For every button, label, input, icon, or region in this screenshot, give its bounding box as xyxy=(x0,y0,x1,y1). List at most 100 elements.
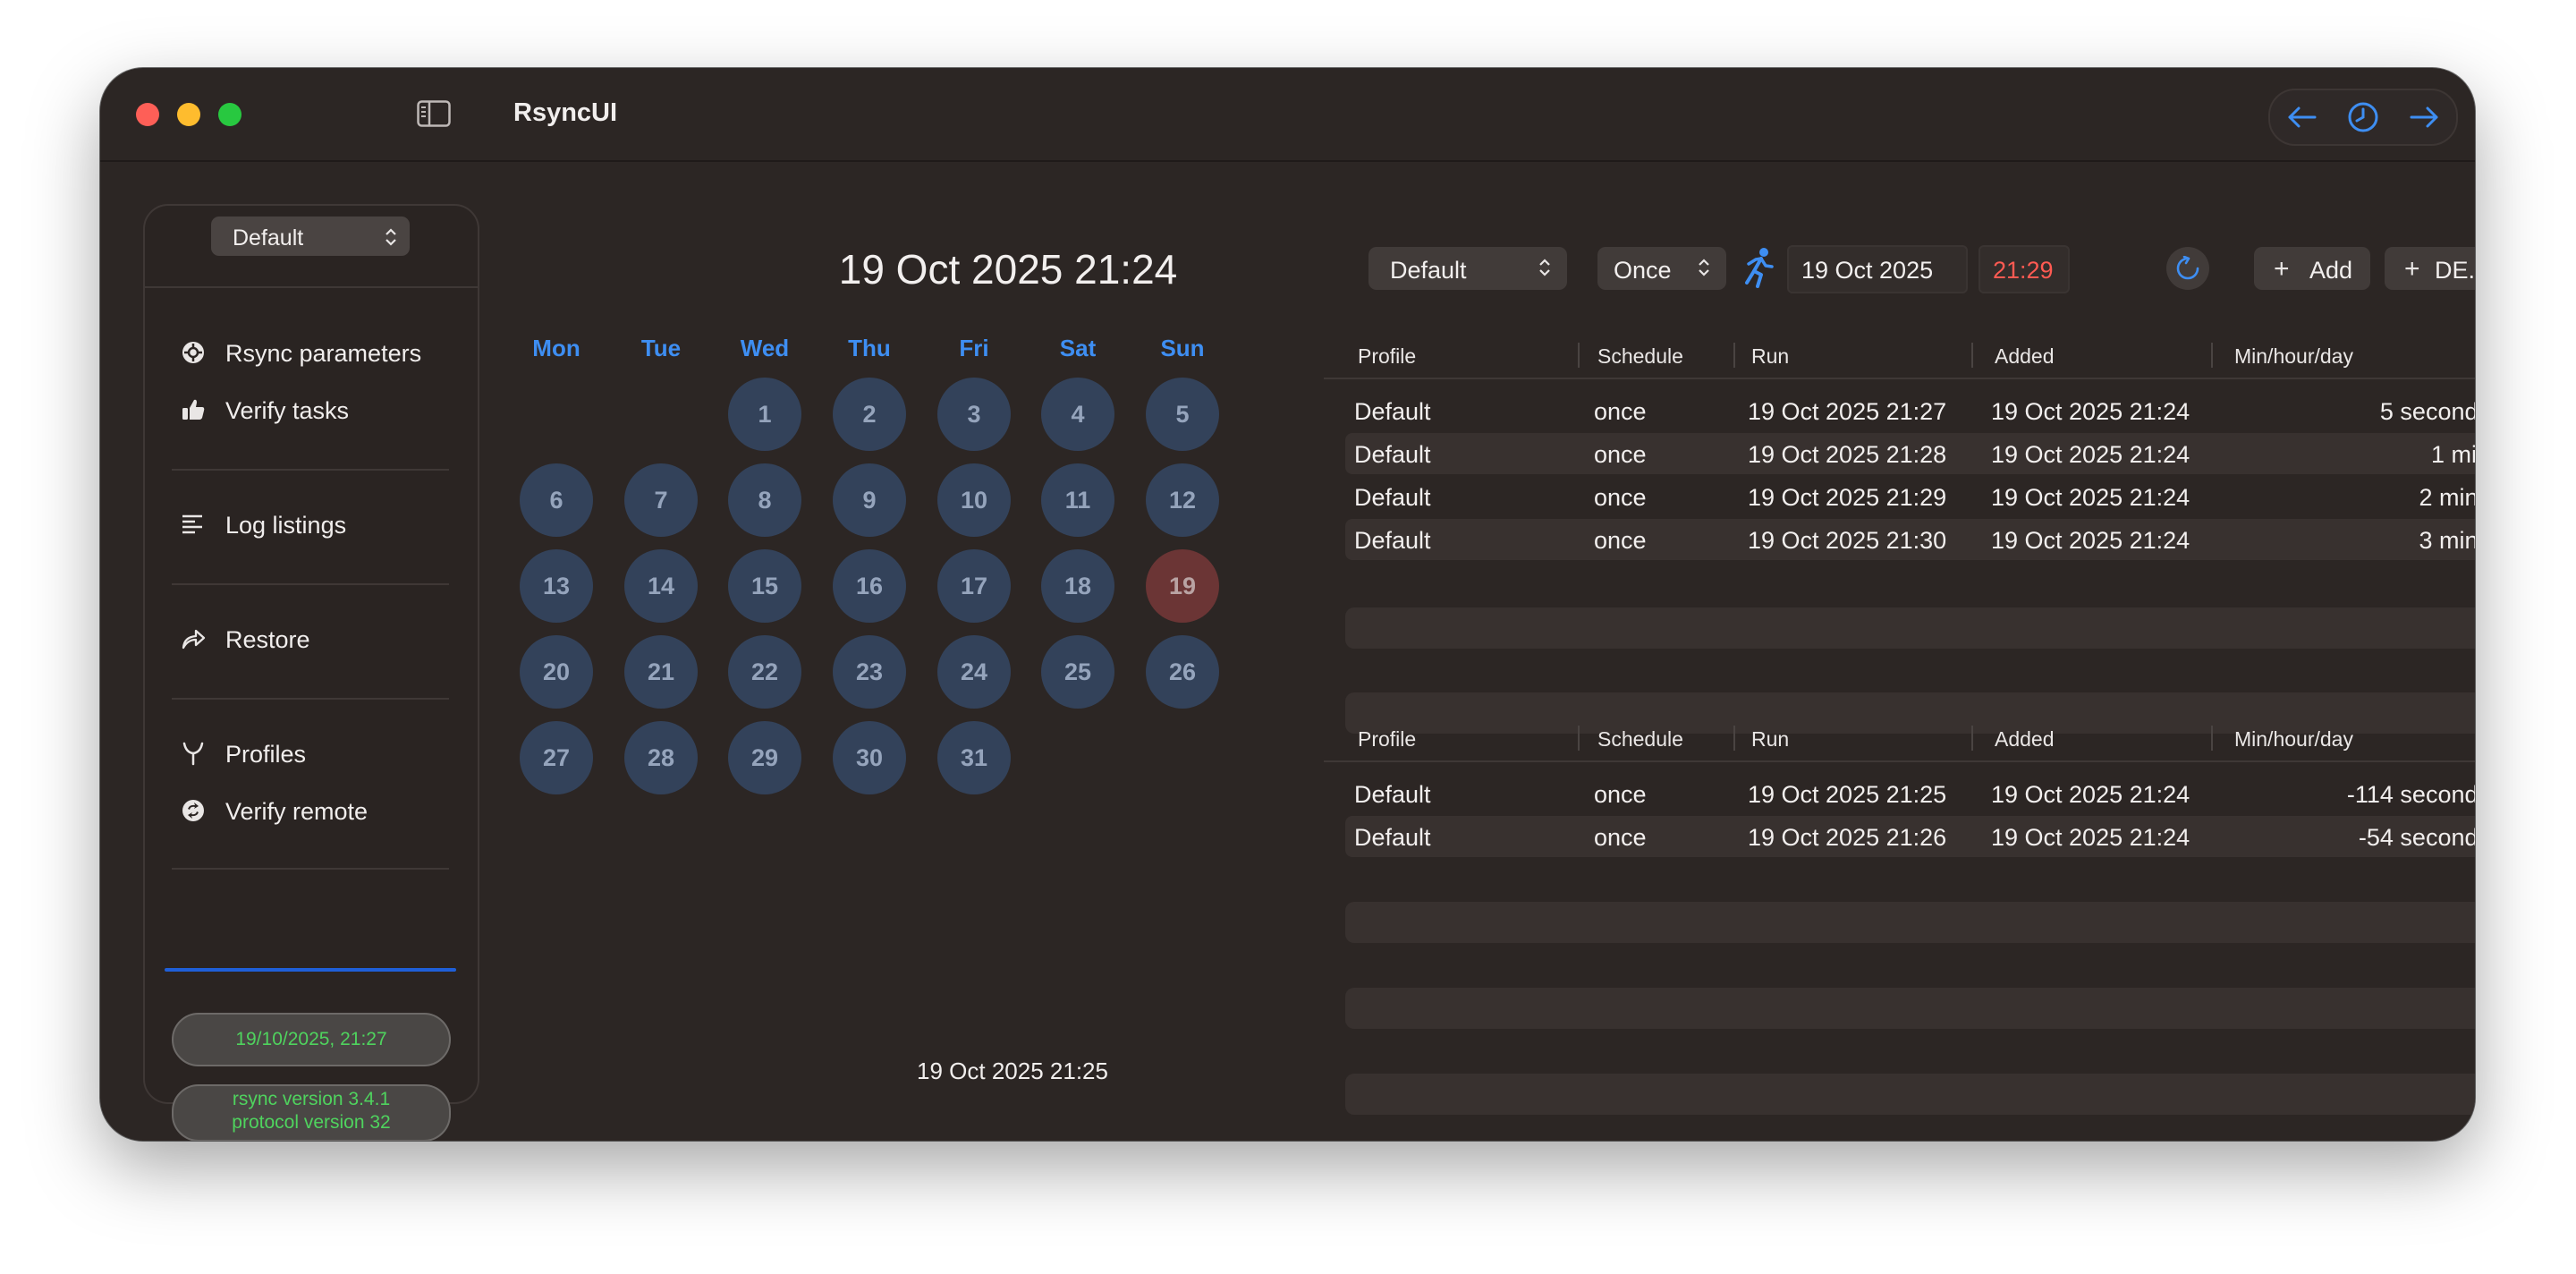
empty-table-row xyxy=(1345,902,2475,943)
weekday-label: Thu xyxy=(848,335,891,361)
calendar-day[interactable]: 29 xyxy=(728,721,801,794)
calendar-day[interactable]: 21 xyxy=(624,635,698,709)
refresh-icon xyxy=(2176,256,2199,280)
calendar-day[interactable]: 16 xyxy=(833,549,906,623)
calendar-day[interactable]: 27 xyxy=(520,721,593,794)
calendar-day[interactable]: 14 xyxy=(624,549,698,623)
calendar-day[interactable]: 23 xyxy=(833,635,906,709)
weekday-label: Sun xyxy=(1160,335,1205,361)
running-figure-icon[interactable] xyxy=(1741,247,1775,288)
table-cell: Default xyxy=(1354,781,1431,808)
calendar-day[interactable]: 5 xyxy=(1146,378,1219,451)
calendar-day[interactable]: 11 xyxy=(1041,463,1114,537)
rsync-version-text: rsync version 3.4.1 xyxy=(232,1089,391,1109)
sidebar-profile-value: Default xyxy=(233,225,304,251)
column-divider xyxy=(1733,726,1735,751)
back-arrow-icon[interactable] xyxy=(2286,101,2318,133)
clock-icon[interactable] xyxy=(2347,101,2379,133)
calendar-day[interactable]: 18 xyxy=(1041,549,1114,623)
calendar-day[interactable]: 4 xyxy=(1041,378,1114,451)
calendar-day-today[interactable]: 19 xyxy=(1146,549,1219,623)
calendar-day[interactable]: 9 xyxy=(833,463,906,537)
calendar-day[interactable]: 26 xyxy=(1146,635,1219,709)
calendar-day[interactable]: 24 xyxy=(937,635,1011,709)
calendar-day[interactable]: 7 xyxy=(624,463,698,537)
calendar-day[interactable]: 6 xyxy=(520,463,593,537)
calendar-day[interactable]: 2 xyxy=(833,378,906,451)
branch-icon xyxy=(182,742,204,766)
sidebar-divider xyxy=(172,868,449,870)
sidebar-item-label: Log listings xyxy=(225,512,347,539)
reset-time-button[interactable] xyxy=(2166,247,2209,290)
sidebar-item-rsync-parameters[interactable]: Rsync parameters xyxy=(181,336,449,370)
sidebar-toggle-icon[interactable] xyxy=(417,100,451,127)
calendar-day[interactable]: 8 xyxy=(728,463,801,537)
table-cell: Default xyxy=(1354,527,1431,554)
table-cell: 19 Oct 2025 21:30 xyxy=(1748,527,1947,554)
share-arrow-icon xyxy=(182,629,206,650)
schedule-picker[interactable]: Once xyxy=(1597,247,1726,290)
up-down-chevron-icon xyxy=(1699,259,1709,276)
calendar-day[interactable]: 17 xyxy=(937,549,1011,623)
empty-table-row xyxy=(1345,607,2475,649)
column-header[interactable]: Schedule xyxy=(1597,727,1683,752)
calendar-day[interactable]: 10 xyxy=(937,463,1011,537)
sidebar-profile-picker[interactable]: Default xyxy=(211,217,410,256)
table-cell: 19 Oct 2025 21:26 xyxy=(1748,824,1947,851)
calendar-day[interactable]: 1 xyxy=(728,378,801,451)
table-cell: 2 mins xyxy=(2419,484,2475,511)
sidebar-divider xyxy=(145,286,478,288)
table-cell: 19 Oct 2025 21:24 xyxy=(1991,781,2190,808)
delete-button[interactable]: + DE... xyxy=(2385,247,2475,290)
sidebar-item-log-listings[interactable]: Log listings xyxy=(181,508,449,542)
calendar-day[interactable]: 22 xyxy=(728,635,801,709)
table-row[interactable]: Default once 19 Oct 2025 21:29 19 Oct 2025 … xyxy=(1345,476,2475,517)
sidebar-item-verify-remote[interactable]: Verify remote xyxy=(181,794,449,828)
sidebar-item-restore[interactable]: Restore xyxy=(181,623,449,657)
title-bar: RsyncUI xyxy=(100,68,2475,162)
calendar-day[interactable]: 25 xyxy=(1041,635,1114,709)
column-header[interactable]: Run xyxy=(1751,727,1789,752)
table-row[interactable]: Default once 19 Oct 2025 21:25 19 Oct 2025 … xyxy=(1345,773,2475,814)
column-header[interactable]: Profile xyxy=(1358,344,1416,369)
profile-picker[interactable]: Default xyxy=(1368,247,1567,290)
table-cell: -114 seconds xyxy=(2346,781,2475,808)
close-window-button[interactable] xyxy=(136,103,159,126)
add-button[interactable]: + Add xyxy=(2254,247,2370,290)
calendar-day[interactable]: 28 xyxy=(624,721,698,794)
sidebar-progress-accent xyxy=(165,968,456,972)
calendar-day[interactable]: 30 xyxy=(833,721,906,794)
column-header[interactable]: Added xyxy=(1995,727,2055,752)
table-row[interactable]: Default once 19 Oct 2025 21:30 19 Oct 2025 … xyxy=(1345,519,2475,560)
forward-arrow-icon[interactable] xyxy=(2408,101,2440,133)
table-cell: 19 Oct 2025 21:24 xyxy=(1991,824,2190,851)
table-row[interactable]: Default once 19 Oct 2025 21:26 19 Oct 2025 … xyxy=(1345,816,2475,857)
table-cell: 19 Oct 2025 21:24 xyxy=(1991,527,2190,554)
column-header[interactable]: Min/hour/day xyxy=(2234,727,2353,752)
date-field[interactable]: 19 Oct 2025 xyxy=(1787,245,1968,293)
table-row[interactable]: Default once 19 Oct 2025 21:27 19 Oct 2025 … xyxy=(1345,390,2475,431)
calendar-day[interactable]: 15 xyxy=(728,549,801,623)
text-lines-icon xyxy=(182,514,202,534)
plus-icon: + xyxy=(2274,254,2290,284)
calendar-day[interactable]: 31 xyxy=(937,721,1011,794)
column-header[interactable]: Schedule xyxy=(1597,344,1683,369)
sidebar-item-profiles[interactable]: Profiles xyxy=(181,737,449,771)
column-header[interactable]: Profile xyxy=(1358,727,1416,752)
sidebar-item-verify-tasks[interactable]: Verify tasks xyxy=(181,394,449,428)
table-cell: 19 Oct 2025 21:29 xyxy=(1748,484,1947,511)
calendar-day[interactable]: 12 xyxy=(1146,463,1219,537)
minimize-window-button[interactable] xyxy=(177,103,200,126)
weekday-label: Mon xyxy=(532,335,580,361)
time-field[interactable]: 21:29 xyxy=(1979,245,2070,293)
weekday-label: Sat xyxy=(1059,335,1097,361)
calendar-day[interactable]: 3 xyxy=(937,378,1011,451)
calendar-day[interactable]: 13 xyxy=(520,549,593,623)
zoom-window-button[interactable] xyxy=(218,103,242,126)
calendar-footer-datetime: 19 Oct 2025 21:25 xyxy=(917,1057,1108,1084)
column-header[interactable]: Min/hour/day xyxy=(2234,344,2353,369)
column-header[interactable]: Run xyxy=(1751,344,1789,369)
table-row[interactable]: Default once 19 Oct 2025 21:28 19 Oct 2025 … xyxy=(1345,433,2475,474)
calendar-day[interactable]: 20 xyxy=(520,635,593,709)
column-header[interactable]: Added xyxy=(1995,344,2055,369)
